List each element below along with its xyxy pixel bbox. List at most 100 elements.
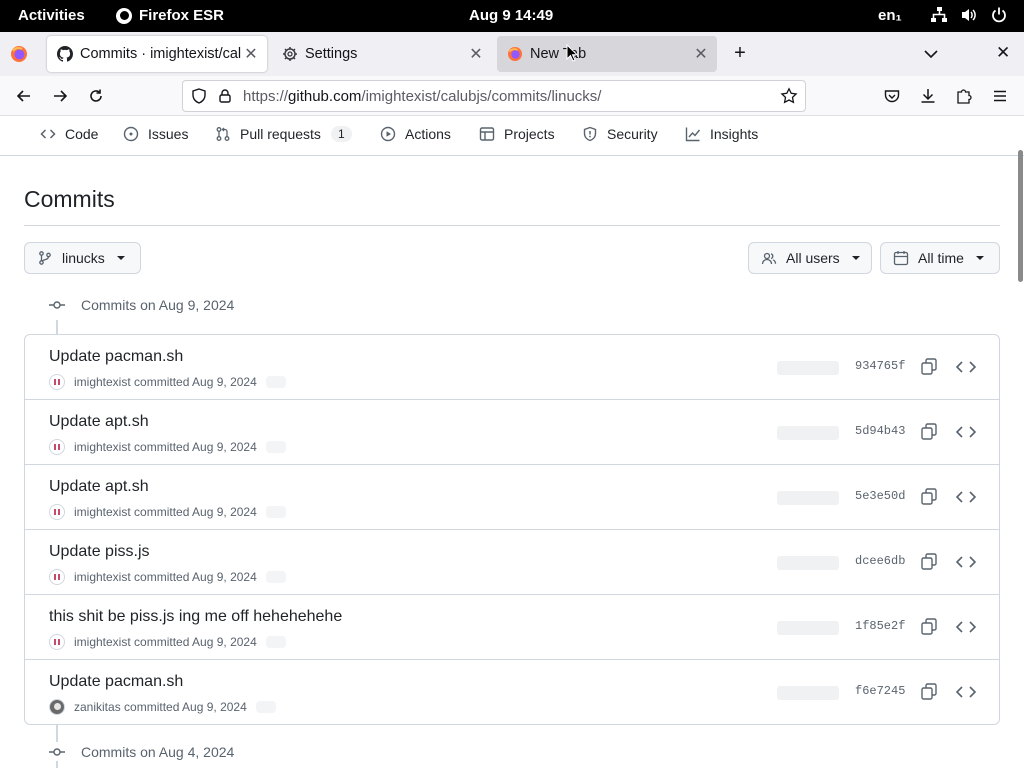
commit-sha-link[interactable]: 5e3e50d	[855, 489, 905, 503]
tab-new-tab[interactable]: New Tab ✕	[497, 36, 717, 72]
commit-author-link[interactable]: imightexist	[74, 440, 131, 454]
commit-list: Update pacman.sh imightexist committed A…	[24, 334, 1000, 725]
browse-code-icon[interactable]	[955, 682, 977, 702]
copy-icon[interactable]	[919, 357, 939, 377]
commit-date: committed Aug 9, 2024	[134, 375, 257, 389]
commit-sha-link[interactable]: 1f85e2f	[855, 619, 905, 633]
browse-code-icon[interactable]	[955, 617, 977, 637]
browse-code-icon[interactable]	[955, 422, 977, 442]
copy-icon[interactable]	[919, 552, 939, 572]
tab-commits[interactable]: Commits · imightexist/calubjs ✕	[47, 36, 267, 72]
commit-sha-link[interactable]: 934765f	[855, 359, 905, 373]
user-filter-button[interactable]: All users	[748, 242, 872, 274]
commit-icon	[49, 301, 65, 309]
tab-settings[interactable]: Settings ✕	[272, 36, 492, 72]
download-icon	[921, 89, 935, 103]
language-indicator[interactable]: en₁	[878, 7, 902, 24]
copy-icon[interactable]	[919, 422, 939, 442]
repo-nav-label: Pull requests	[240, 126, 321, 142]
copy-icon[interactable]	[919, 682, 939, 702]
status-loading-placeholder	[777, 556, 839, 570]
user-filter-label: All users	[786, 250, 840, 266]
forward-button[interactable]	[48, 84, 72, 108]
system-menu[interactable]	[930, 6, 1008, 24]
loading-placeholder	[265, 571, 286, 583]
loading-placeholder	[255, 701, 276, 713]
repo-nav-pull-requests[interactable]: Pull requests 1	[215, 126, 352, 142]
commit-message-link[interactable]: Update piss.js	[49, 543, 150, 561]
commit-group-header: Commits on Aug 4, 2024	[48, 743, 234, 761]
menu-button[interactable]	[988, 84, 1012, 108]
downloads-button[interactable]	[916, 84, 940, 108]
commit-author-link[interactable]: zanikitas	[74, 700, 121, 714]
commit-message-link[interactable]: this shit be piss.js ing me off hehehehe…	[49, 608, 342, 626]
hamburger-menu-icon	[994, 90, 1006, 102]
page-scrollbar[interactable]	[1018, 150, 1023, 282]
arrow-left-icon	[16, 90, 30, 102]
pocket-button[interactable]	[880, 84, 904, 108]
time-filter-button[interactable]: All time	[880, 242, 1000, 274]
new-tab-button[interactable]: +	[729, 42, 751, 65]
commit-meta: imightexist committed Aug 9, 2024	[49, 569, 286, 585]
commit-sha-link[interactable]: dcee6db	[855, 554, 905, 568]
reload-button[interactable]	[84, 84, 108, 108]
avatar[interactable]	[49, 439, 65, 455]
commit-message-link[interactable]: Update pacman.sh	[49, 348, 183, 366]
tab-bar: Commits · imightexist/calubjs ✕ Settings…	[0, 32, 1024, 76]
commit-author-link[interactable]: imightexist	[74, 505, 131, 519]
shield-icon	[583, 126, 597, 142]
commit-row: Update pacman.sh zanikitas committed Aug…	[25, 660, 999, 724]
chevron-down-icon[interactable]	[920, 44, 942, 64]
tracking-protection-icon[interactable]	[190, 87, 208, 105]
copy-icon[interactable]	[919, 617, 939, 637]
commit-author-link[interactable]: imightexist	[74, 375, 131, 389]
avatar[interactable]	[49, 569, 65, 585]
avatar[interactable]	[49, 504, 65, 520]
status-loading-placeholder	[777, 686, 839, 700]
status-loading-placeholder	[777, 621, 839, 635]
avatar[interactable]	[49, 374, 65, 390]
bookmark-star-icon[interactable]	[780, 87, 798, 105]
play-icon	[380, 126, 396, 142]
url-bar[interactable]: https://github.com/imightexist/calubjs/c…	[182, 80, 806, 112]
browse-code-icon[interactable]	[955, 487, 977, 507]
commit-sha-link[interactable]: 5d94b43	[855, 424, 905, 438]
loading-placeholder	[265, 506, 286, 518]
back-button[interactable]	[12, 84, 36, 108]
commit-row: Update piss.js imightexist committed Aug…	[25, 530, 999, 595]
commit-author-link[interactable]: imightexist	[74, 635, 131, 649]
repo-nav-label: Issues	[148, 126, 189, 142]
commit-message-link[interactable]: Update apt.sh	[49, 478, 149, 496]
commit-date: committed Aug 9, 2024	[134, 505, 257, 519]
lock-icon[interactable]	[217, 88, 233, 104]
activities-button[interactable]: Activities	[18, 7, 85, 24]
repo-nav-issues[interactable]: Issues	[123, 126, 188, 142]
reload-icon	[90, 89, 102, 102]
status-loading-placeholder	[777, 491, 839, 505]
close-tab-icon[interactable]: ✕	[691, 44, 711, 64]
app-menu[interactable]: Firefox ESR	[116, 7, 224, 24]
repo-nav-security[interactable]: Security	[582, 126, 658, 142]
browse-code-icon[interactable]	[955, 357, 977, 377]
tab-label: New Tab	[530, 46, 587, 62]
avatar[interactable]	[49, 699, 65, 715]
browse-code-icon[interactable]	[955, 552, 977, 572]
window-close-icon[interactable]: ✕	[996, 43, 1010, 63]
commit-message-link[interactable]: Update pacman.sh	[49, 673, 183, 691]
close-tab-icon[interactable]: ✕	[466, 44, 486, 64]
repo-nav-actions[interactable]: Actions	[380, 126, 451, 142]
commit-message-link[interactable]: Update apt.sh	[49, 413, 149, 431]
commit-sha-link[interactable]: f6e7245	[855, 684, 905, 698]
url-text[interactable]: https://github.com/imightexist/calubjs/c…	[243, 88, 601, 105]
clock[interactable]: Aug 9 14:49	[469, 7, 553, 24]
repo-nav-code[interactable]: Code	[40, 126, 98, 142]
commit-author-link[interactable]: imightexist	[74, 570, 131, 584]
firefox-view-icon[interactable]	[10, 45, 28, 63]
repo-nav-projects[interactable]: Projects	[479, 126, 555, 142]
copy-icon[interactable]	[919, 487, 939, 507]
avatar[interactable]	[49, 634, 65, 650]
extensions-button[interactable]	[952, 84, 976, 108]
close-tab-icon[interactable]: ✕	[241, 44, 261, 64]
branch-selector-button[interactable]: linucks	[24, 242, 141, 274]
repo-nav-insights[interactable]: Insights	[685, 126, 758, 142]
